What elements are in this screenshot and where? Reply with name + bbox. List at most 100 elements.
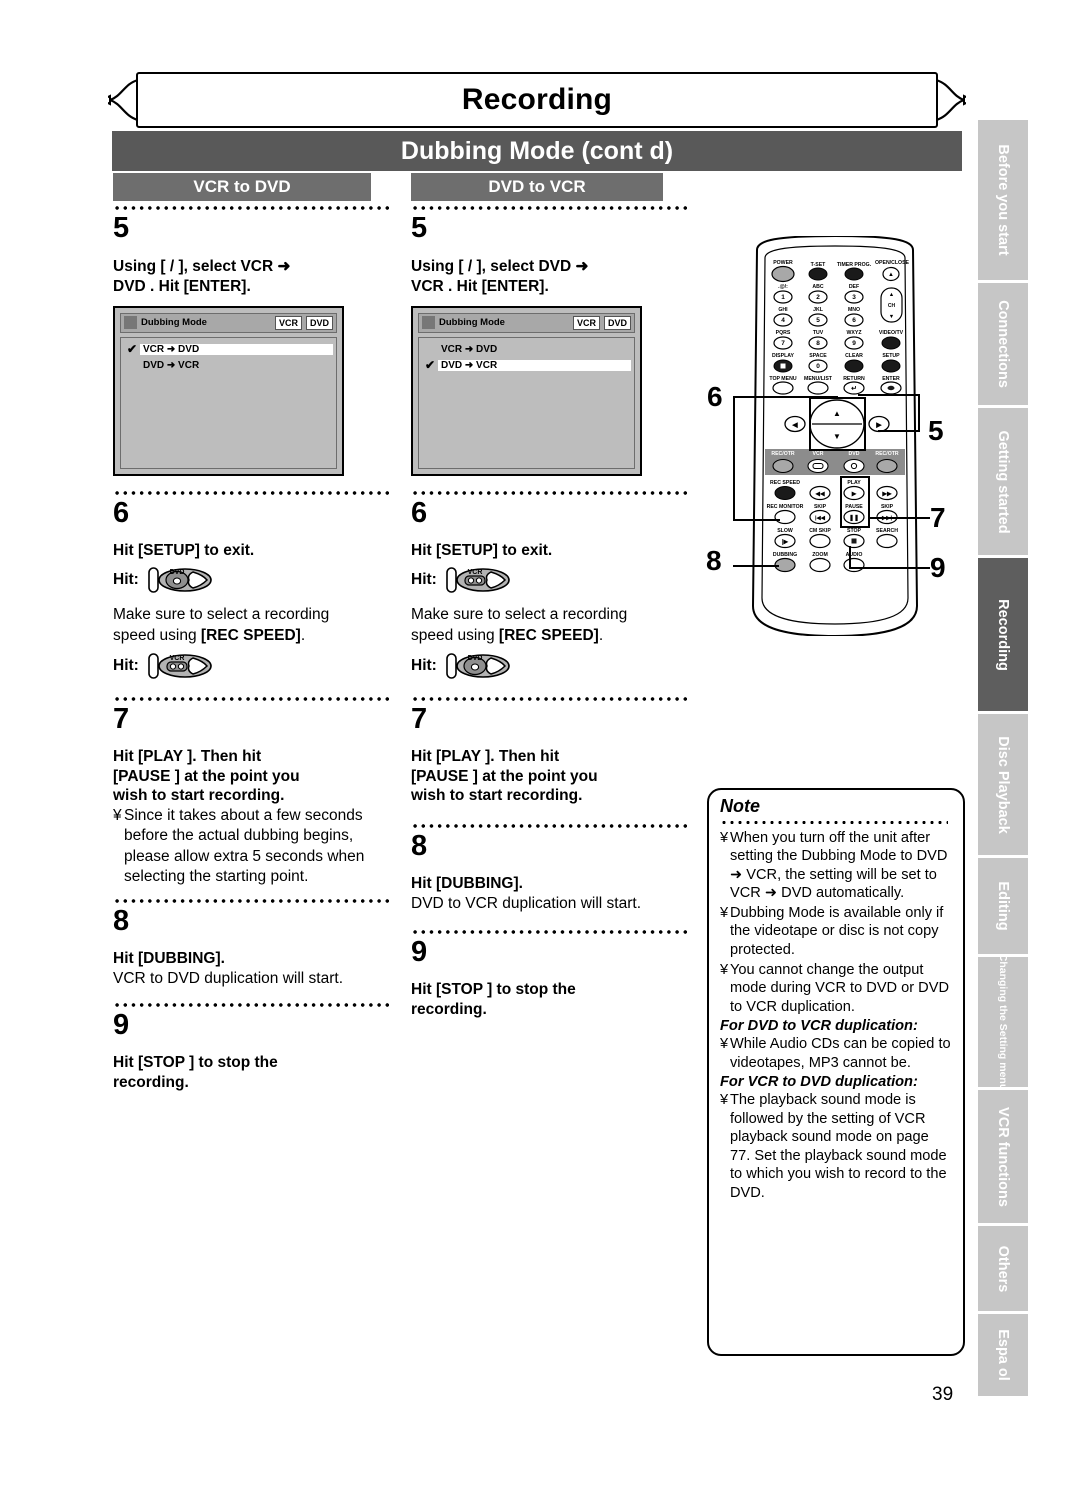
svg-text:7: 7 — [781, 340, 785, 347]
step6-line1: Hit [SETUP] to exit. — [411, 541, 553, 559]
sidebar-tab-getting-started[interactable]: Getting started — [978, 408, 1028, 555]
callout-6: 6 — [707, 381, 723, 412]
dot-separator — [411, 204, 689, 212]
step7-line2: [PAUSE ] at the point you — [113, 767, 300, 785]
sidebar-tab-changing-the-setting-menu[interactable]: Changing the Setting menu — [978, 954, 1028, 1090]
dvd-disc-icon: DVD — [148, 567, 212, 594]
sidebar-tab-connections[interactable]: Connections — [978, 283, 1028, 405]
svg-text:ABC: ABC — [812, 284, 823, 290]
sidebar-tab-before-you-start[interactable]: Before you start — [978, 120, 1028, 280]
dot-separator — [113, 1000, 391, 1009]
step7-bullet: ¥ Since it takes about a few seconds bef… — [113, 806, 393, 887]
step8-line1: Hit [DUBBING]. — [113, 949, 225, 967]
hit-label: Hit: — [113, 656, 139, 674]
step6-body-line2: speed using [REC SPEED]. — [411, 626, 691, 646]
leader-line-6c — [733, 519, 780, 521]
tab-label: Changing the Setting menu — [997, 953, 1009, 1091]
step7-line3: wish to start recording. — [113, 787, 285, 805]
hit-row-2: Hit: DVD — [411, 650, 691, 682]
step8-line2: DVD to VCR duplication will start. — [411, 895, 641, 913]
step8-line1: Hit [DUBBING]. — [411, 875, 523, 893]
osd-dubbing-mode-left: Dubbing Mode VCR DVD ✔ VCR ➜ DVD DVD ➜ V… — [113, 305, 344, 476]
step-number-9: 9 — [113, 1008, 130, 1041]
osd-menu-icon — [124, 316, 137, 330]
osd-titlebar: Dubbing Mode VCR DVD — [418, 312, 635, 333]
hit-row-2: Hit: VCR — [113, 650, 393, 682]
bullet-char: ¥ — [720, 904, 729, 921]
svg-text:GHI: GHI — [778, 307, 788, 313]
note-item: ¥ While Audio CDs can be copied to video… — [720, 1035, 953, 1072]
note-box: Note ¥ When you turn off the unit after … — [707, 788, 965, 1356]
osd-option-dvd-to-vcr[interactable]: DVD ➜ VCR — [124, 358, 333, 373]
dot-separator — [411, 694, 689, 703]
osd-option-vcr-to-dvd[interactable]: VCR ➜ DVD — [422, 342, 631, 357]
svg-text:REC/OTR: REC/OTR — [875, 451, 899, 457]
osd-option-dvd-to-vcr[interactable]: ✔ DVD ➜ VCR — [422, 358, 631, 373]
sidebar-tab-editing[interactable]: Editing — [978, 858, 1028, 954]
step6-body-line2: speed using [REC SPEED]. — [113, 626, 393, 646]
step-number-7: 7 — [411, 702, 428, 735]
svg-text:1: 1 — [781, 294, 785, 301]
page-title: Recording — [461, 83, 613, 116]
svg-text:REC SPEED: REC SPEED — [770, 480, 800, 486]
osd-option-vcr-to-dvd[interactable]: ✔ VCR ➜ DVD — [124, 342, 333, 357]
osd-chip-vcr: VCR — [572, 315, 600, 330]
svg-text:▼: ▼ — [833, 432, 841, 441]
dvd-disc-icon: DVD — [446, 652, 510, 679]
svg-text:5: 5 — [816, 317, 820, 324]
step-number-5: 5 — [113, 212, 130, 244]
svg-text:PQRS: PQRS — [776, 330, 791, 336]
svg-text:JKL: JKL — [813, 307, 824, 313]
svg-text:|▶: |▶ — [782, 539, 789, 546]
step9-line2: recording. — [113, 1073, 189, 1091]
note-item-text: While Audio CDs can be copied to videota… — [730, 1036, 951, 1071]
svg-text:STOP: STOP — [847, 528, 862, 534]
sidebar-tab-espanol[interactable]: Espa ol — [978, 1314, 1028, 1396]
osd-option-label: DVD ➜ VCR — [143, 359, 200, 371]
hit-label: Hit: — [113, 571, 139, 589]
svg-text:ZOOM: ZOOM — [812, 552, 828, 558]
callout-8: 8 — [706, 545, 722, 576]
note-dot-separator — [720, 818, 948, 826]
bullet-char: ¥ — [720, 1036, 729, 1053]
leader-line-9b — [849, 546, 851, 568]
bullet-text: Since it takes about a few seconds befor… — [124, 807, 365, 885]
dot-separator — [411, 822, 689, 831]
leader-line-8 — [733, 565, 779, 567]
tab-label: Disc Playback — [995, 735, 1011, 834]
body-text: speed using — [411, 626, 499, 644]
dot-separator — [113, 488, 391, 497]
column-heading-left: VCR to DVD — [113, 173, 371, 201]
note-item-text: When you turn off the unit after setting… — [730, 829, 948, 902]
step7-line1: Hit [PLAY ]. Then hit — [113, 747, 262, 765]
svg-text:3: 3 — [852, 294, 856, 301]
sidebar-tab-vcr-functions[interactable]: VCR functions — [978, 1090, 1028, 1223]
step7-line1: Hit [PLAY ]. Then hit — [411, 747, 560, 765]
note-item-text: The playback sound mode is followed by t… — [730, 1092, 947, 1201]
svg-text:SPACE: SPACE — [809, 353, 827, 359]
bullet-char: ¥ — [720, 961, 729, 978]
tab-label: Connections — [995, 300, 1011, 388]
leader-line-5a — [858, 394, 920, 396]
svg-text:T-SET: T-SET — [811, 262, 827, 268]
sidebar-tab-disc-playback[interactable]: Disc Playback — [978, 714, 1028, 855]
page-number: 39 — [932, 1384, 954, 1405]
step-number-9: 9 — [411, 936, 428, 969]
check-icon: ✔ — [126, 342, 138, 357]
svg-text:0: 0 — [816, 363, 820, 370]
svg-text:OPEN/CLOSE: OPEN/CLOSE — [875, 260, 910, 266]
leader-line-9a — [849, 567, 930, 569]
osd-chip-dvd: DVD — [603, 315, 631, 330]
step-number-7: 7 — [113, 702, 130, 735]
svg-text:▲: ▲ — [833, 409, 841, 418]
osd-option-label: VCR ➜ DVD — [140, 343, 333, 355]
step5-line2: VCR . Hit [ENTER]. — [411, 277, 549, 295]
svg-text:POWER: POWER — [773, 260, 793, 266]
bullet-char: ¥ — [720, 829, 729, 846]
body-period: . — [598, 626, 604, 644]
sidebar-tab-others[interactable]: Others — [978, 1226, 1028, 1311]
osd-dubbing-mode-right: Dubbing Mode VCR DVD VCR ➜ DVD ✔ DVD ➜ V… — [411, 305, 642, 476]
sidebar-tab-recording[interactable]: Recording — [978, 558, 1028, 711]
hit-row-1: Hit: VCR — [411, 564, 691, 596]
svg-text:DVD: DVD — [467, 655, 482, 662]
